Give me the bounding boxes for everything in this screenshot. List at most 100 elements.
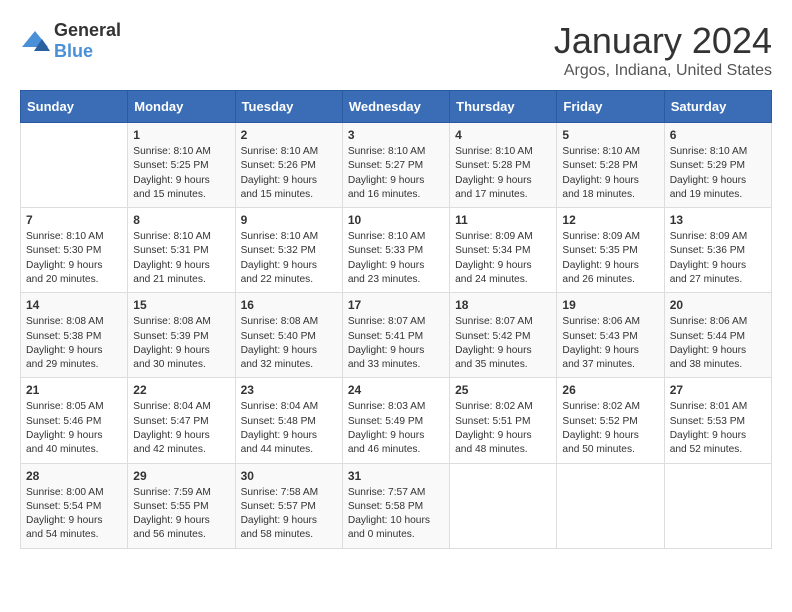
day-number: 23: [241, 383, 337, 397]
day-number: 18: [455, 298, 551, 312]
day-number: 7: [26, 213, 122, 227]
day-number: 12: [562, 213, 658, 227]
day-number: 9: [241, 213, 337, 227]
day-number: 22: [133, 383, 229, 397]
day-info: Sunrise: 8:07 AM Sunset: 5:41 PM Dayligh…: [348, 315, 444, 372]
day-number: 25: [455, 383, 551, 397]
calendar-cell: 1Sunrise: 8:10 AM Sunset: 5:25 PM Daylig…: [128, 123, 235, 208]
day-number: 21: [26, 383, 122, 397]
weekday-header-thursday: Thursday: [450, 91, 557, 123]
day-info: Sunrise: 8:10 AM Sunset: 5:31 PM Dayligh…: [133, 230, 229, 287]
calendar-cell: 16 Sunrise: 8:08 AM Sunset: 5:40 PM Dayli…: [235, 293, 342, 378]
calendar-cell: 23 Sunrise: 8:04 AM Sunset: 5:48 PM Dayli…: [235, 378, 342, 463]
day-info: Sunrise: 8:10 AM Sunset: 5:28 PM Dayligh…: [455, 145, 551, 202]
day-number: 15: [133, 298, 229, 312]
calendar-cell: 4 Sunrise: 8:10 AM Sunset: 5:28 PM Daylig…: [450, 123, 557, 208]
day-info: Sunrise: 8:07 AM Sunset: 5:42 PM Dayligh…: [455, 315, 551, 372]
day-info: Sunrise: 8:10 AM Sunset: 5:29 PM Dayligh…: [670, 145, 766, 202]
day-number: 20: [670, 298, 766, 312]
calendar-cell: 13Sunrise: 8:09 AM Sunset: 5:36 PM Dayli…: [664, 208, 771, 293]
day-number: 6: [670, 128, 766, 142]
day-info: Sunrise: 8:10 AM Sunset: 5:28 PM Dayligh…: [562, 145, 658, 202]
day-number: 8: [133, 213, 229, 227]
day-info: Sunrise: 8:10 AM Sunset: 5:25 PM Dayligh…: [133, 145, 229, 202]
calendar-cell: 27 Sunrise: 8:01 AM Sunset: 5:53 PM Dayli…: [664, 378, 771, 463]
day-info: Sunrise: 8:09 AM Sunset: 5:36 PM Dayligh…: [670, 230, 766, 287]
day-info: Sunrise: 8:04 AM Sunset: 5:47 PM Dayligh…: [133, 400, 229, 457]
calendar-cell: 14 Sunrise: 8:08 AM Sunset: 5:38 PM Dayli…: [21, 293, 128, 378]
calendar-cell: 6 Sunrise: 8:10 AM Sunset: 5:29 PM Daylig…: [664, 123, 771, 208]
week-row-3: 14 Sunrise: 8:08 AM Sunset: 5:38 PM Dayli…: [21, 293, 772, 378]
day-info: Sunrise: 8:01 AM Sunset: 5:53 PM Dayligh…: [670, 400, 766, 457]
calendar-cell: [450, 463, 557, 548]
calendar-cell: 10 Sunrise: 8:10 AM Sunset: 5:33 PM Dayli…: [342, 208, 449, 293]
day-number: 17: [348, 298, 444, 312]
day-info: Sunrise: 8:05 AM Sunset: 5:46 PM Dayligh…: [26, 400, 122, 457]
calendar-cell: 24Sunrise: 8:03 AM Sunset: 5:49 PM Dayli…: [342, 378, 449, 463]
header: General Blue January 2024 Argos, Indiana…: [20, 20, 772, 80]
day-info: Sunrise: 7:57 AM Sunset: 5:58 PM Dayligh…: [348, 486, 444, 543]
calendar-cell: 7 Sunrise: 8:10 AM Sunset: 5:30 PM Daylig…: [21, 208, 128, 293]
week-row-1: 1Sunrise: 8:10 AM Sunset: 5:25 PM Daylig…: [21, 123, 772, 208]
day-number: 30: [241, 469, 337, 483]
calendar-cell: 8 Sunrise: 8:10 AM Sunset: 5:31 PM Daylig…: [128, 208, 235, 293]
calendar-cell: 25 Sunrise: 8:02 AM Sunset: 5:51 PM Dayli…: [450, 378, 557, 463]
calendar-cell: 5Sunrise: 8:10 AM Sunset: 5:28 PM Daylig…: [557, 123, 664, 208]
day-number: 2: [241, 128, 337, 142]
day-number: 28: [26, 469, 122, 483]
day-number: 14: [26, 298, 122, 312]
calendar-cell: 26 Sunrise: 8:02 AM Sunset: 5:52 PM Dayli…: [557, 378, 664, 463]
calendar-cell: 22 Sunrise: 8:04 AM Sunset: 5:47 PM Dayli…: [128, 378, 235, 463]
title-area: January 2024 Argos, Indiana, United Stat…: [554, 20, 772, 80]
day-info: Sunrise: 8:10 AM Sunset: 5:27 PM Dayligh…: [348, 145, 444, 202]
calendar-cell: [21, 123, 128, 208]
day-info: Sunrise: 8:10 AM Sunset: 5:30 PM Dayligh…: [26, 230, 122, 287]
calendar-cell: 2 Sunrise: 8:10 AM Sunset: 5:26 PM Daylig…: [235, 123, 342, 208]
day-number: 19: [562, 298, 658, 312]
weekday-header-tuesday: Tuesday: [235, 91, 342, 123]
logo-blue: Blue: [54, 41, 93, 61]
day-info: Sunrise: 8:08 AM Sunset: 5:39 PM Dayligh…: [133, 315, 229, 372]
calendar-cell: 18 Sunrise: 8:07 AM Sunset: 5:42 PM Dayli…: [450, 293, 557, 378]
calendar-cell: 30Sunrise: 7:58 AM Sunset: 5:57 PM Dayli…: [235, 463, 342, 548]
logo-general: General: [54, 20, 121, 40]
day-info: Sunrise: 8:08 AM Sunset: 5:40 PM Dayligh…: [241, 315, 337, 372]
day-info: Sunrise: 8:09 AM Sunset: 5:35 PM Dayligh…: [562, 230, 658, 287]
weekday-header-monday: Monday: [128, 91, 235, 123]
day-info: Sunrise: 8:00 AM Sunset: 5:54 PM Dayligh…: [26, 486, 122, 543]
day-number: 10: [348, 213, 444, 227]
day-number: 4: [455, 128, 551, 142]
calendar-cell: 3Sunrise: 8:10 AM Sunset: 5:27 PM Daylig…: [342, 123, 449, 208]
day-info: Sunrise: 8:09 AM Sunset: 5:34 PM Dayligh…: [455, 230, 551, 287]
day-number: 11: [455, 213, 551, 227]
day-number: 26: [562, 383, 658, 397]
weekday-header-sunday: Sunday: [21, 91, 128, 123]
day-info: Sunrise: 8:04 AM Sunset: 5:48 PM Dayligh…: [241, 400, 337, 457]
day-info: Sunrise: 8:10 AM Sunset: 5:32 PM Dayligh…: [241, 230, 337, 287]
week-row-5: 28 Sunrise: 8:00 AM Sunset: 5:54 PM Dayli…: [21, 463, 772, 548]
day-info: Sunrise: 8:03 AM Sunset: 5:49 PM Dayligh…: [348, 400, 444, 457]
day-info: Sunrise: 8:06 AM Sunset: 5:43 PM Dayligh…: [562, 315, 658, 372]
calendar-cell: [557, 463, 664, 548]
calendar-cell: 11 Sunrise: 8:09 AM Sunset: 5:34 PM Dayli…: [450, 208, 557, 293]
day-info: Sunrise: 8:06 AM Sunset: 5:44 PM Dayligh…: [670, 315, 766, 372]
week-row-2: 7 Sunrise: 8:10 AM Sunset: 5:30 PM Daylig…: [21, 208, 772, 293]
day-info: Sunrise: 8:10 AM Sunset: 5:33 PM Dayligh…: [348, 230, 444, 287]
day-number: 31: [348, 469, 444, 483]
month-title: January 2024: [554, 20, 772, 62]
day-info: Sunrise: 8:02 AM Sunset: 5:52 PM Dayligh…: [562, 400, 658, 457]
calendar-cell: 28 Sunrise: 8:00 AM Sunset: 5:54 PM Dayli…: [21, 463, 128, 548]
day-info: Sunrise: 8:02 AM Sunset: 5:51 PM Dayligh…: [455, 400, 551, 457]
week-row-4: 21 Sunrise: 8:05 AM Sunset: 5:46 PM Dayli…: [21, 378, 772, 463]
logo-icon: [20, 29, 50, 53]
logo: General Blue: [20, 20, 121, 62]
day-number: 27: [670, 383, 766, 397]
day-info: Sunrise: 7:59 AM Sunset: 5:55 PM Dayligh…: [133, 486, 229, 543]
weekday-header-friday: Friday: [557, 91, 664, 123]
calendar-cell: 21 Sunrise: 8:05 AM Sunset: 5:46 PM Dayli…: [21, 378, 128, 463]
day-info: Sunrise: 8:08 AM Sunset: 5:38 PM Dayligh…: [26, 315, 122, 372]
day-info: Sunrise: 8:10 AM Sunset: 5:26 PM Dayligh…: [241, 145, 337, 202]
day-number: 29: [133, 469, 229, 483]
day-number: 16: [241, 298, 337, 312]
calendar-cell: 31 Sunrise: 7:57 AM Sunset: 5:58 PM Dayli…: [342, 463, 449, 548]
